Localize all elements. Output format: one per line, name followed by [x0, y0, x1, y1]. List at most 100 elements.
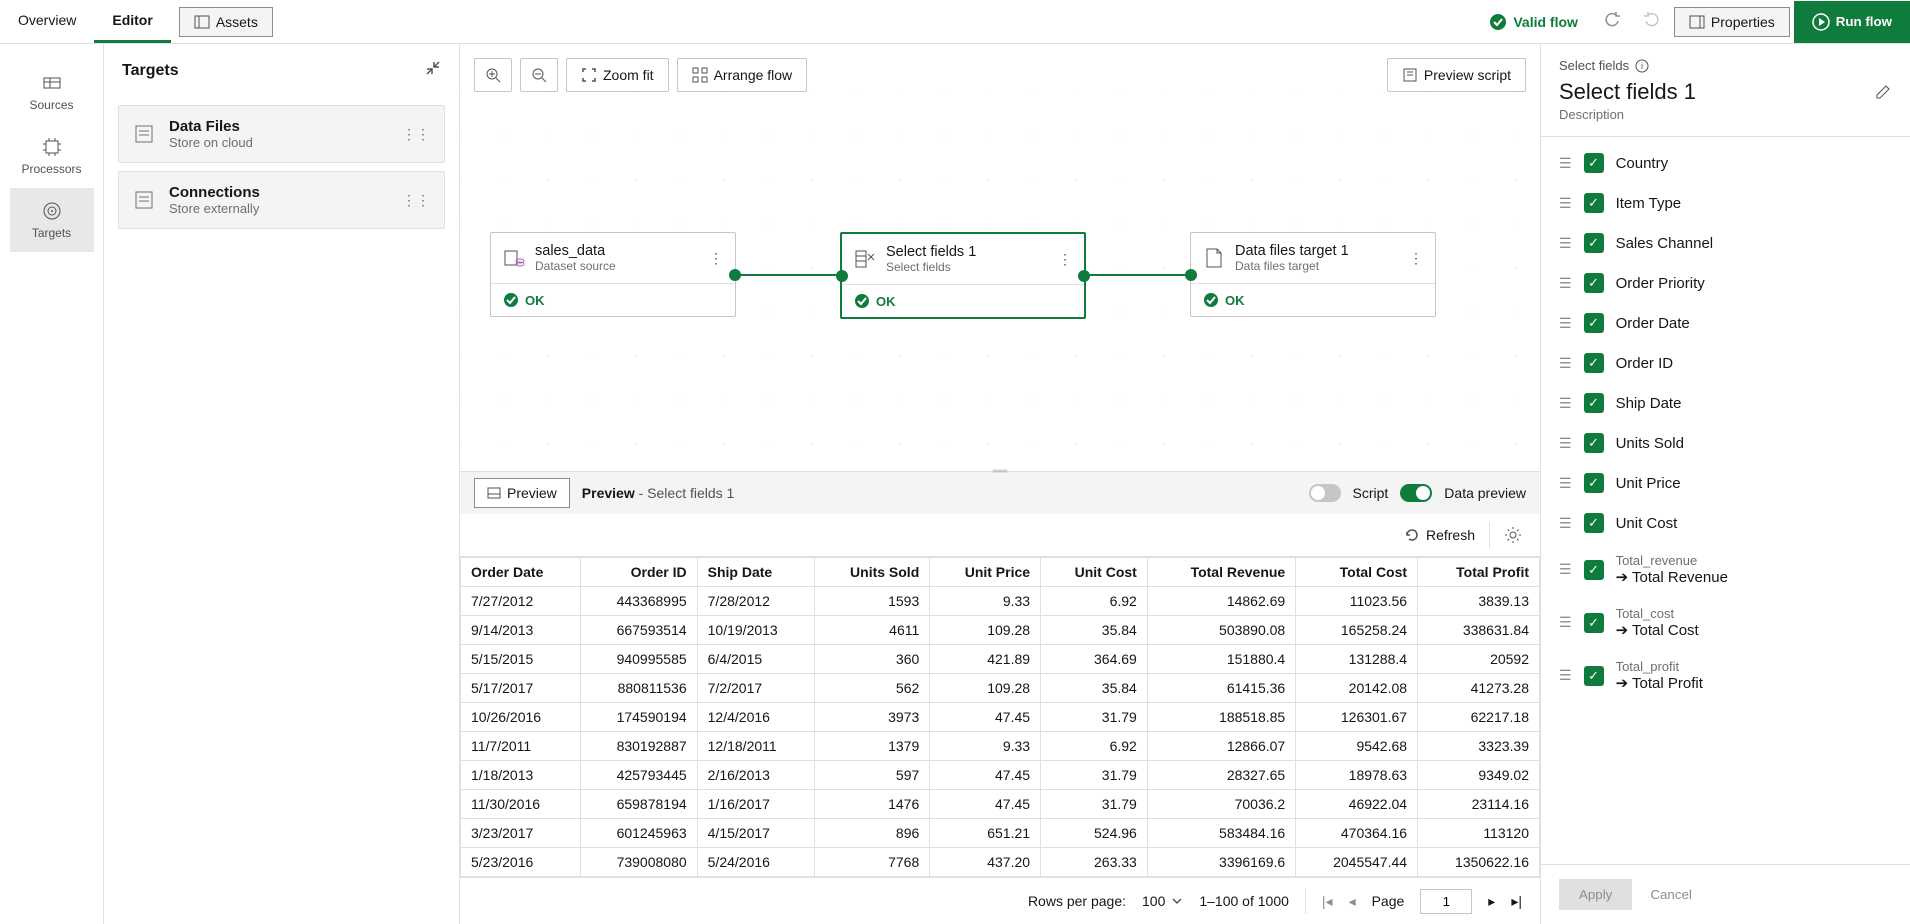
drag-handle-icon[interactable]: ⋮⋮ — [402, 192, 430, 209]
field-row[interactable]: ☰ ✓ Order ID — [1541, 343, 1910, 383]
preview-button[interactable]: Preview — [474, 478, 570, 508]
info-icon[interactable]: i — [1635, 59, 1649, 73]
drag-handle-icon[interactable]: ☰ — [1559, 475, 1572, 492]
drag-handle-icon[interactable]: ☰ — [1559, 435, 1572, 452]
col-header[interactable]: Order Date — [461, 558, 581, 587]
checkbox[interactable]: ✓ — [1584, 193, 1604, 213]
checkbox[interactable]: ✓ — [1584, 513, 1604, 533]
page-first[interactable]: |◂ — [1322, 893, 1333, 910]
script-icon — [1402, 67, 1418, 83]
collapse-icon[interactable] — [425, 60, 441, 81]
field-row[interactable]: ☰ ✓ Unit Cost — [1541, 503, 1910, 543]
processors-icon — [41, 136, 63, 158]
drag-handle-icon[interactable]: ☰ — [1559, 275, 1572, 292]
drag-handle-icon[interactable]: ☰ — [1559, 235, 1572, 252]
page-last[interactable]: ▸| — [1511, 893, 1522, 910]
preview-title: Preview - Select fields 1 — [582, 485, 735, 501]
drag-handle-icon[interactable]: ☰ — [1559, 667, 1572, 684]
drag-handle-icon[interactable]: ⋮⋮ — [402, 126, 430, 143]
properties-button[interactable]: Properties — [1674, 7, 1790, 37]
field-row[interactable]: ☰ ✓ Total_cost➔ Total Cost — [1541, 596, 1910, 649]
preview-script-button[interactable]: Preview script — [1387, 58, 1526, 92]
page-input[interactable] — [1420, 889, 1472, 914]
zoom-in-button[interactable] — [474, 58, 512, 92]
drag-handle-icon[interactable]: ☰ — [1559, 561, 1572, 578]
script-label: Script — [1353, 485, 1389, 501]
tab-editor[interactable]: Editor — [94, 0, 170, 43]
tab-overview[interactable]: Overview — [0, 0, 94, 43]
drag-handle-icon[interactable]: ☰ — [1559, 614, 1572, 631]
col-header[interactable]: Total Revenue — [1147, 558, 1295, 587]
node-data-files-target[interactable]: Data files target 1Data files target ⋮ O… — [1190, 232, 1436, 317]
node-menu-icon[interactable]: ⋮ — [709, 250, 723, 267]
checkbox[interactable]: ✓ — [1584, 233, 1604, 253]
checkbox[interactable]: ✓ — [1584, 433, 1604, 453]
node-sales-data[interactable]: sales_dataDataset source ⋮ OK — [490, 232, 736, 317]
col-header[interactable]: Units Sold — [814, 558, 930, 587]
data-preview-toggle[interactable] — [1400, 484, 1432, 502]
field-row[interactable]: ☰ ✓ Sales Channel — [1541, 223, 1910, 263]
page-prev[interactable]: ◂ — [1349, 893, 1356, 910]
rp-crumb: Select fields — [1559, 58, 1629, 73]
resize-handle[interactable]: ══ — [993, 466, 1007, 477]
refresh-button[interactable]: Refresh — [1404, 527, 1475, 543]
col-header[interactable]: Total Profit — [1418, 558, 1540, 587]
target-card[interactable]: Data FilesStore on cloud ⋮⋮ — [118, 105, 445, 163]
field-row[interactable]: ☰ ✓ Country — [1541, 143, 1910, 183]
drag-handle-icon[interactable]: ☰ — [1559, 515, 1572, 532]
refresh-icon — [1404, 527, 1420, 543]
field-row[interactable]: ☰ ✓ Order Date — [1541, 303, 1910, 343]
table-row: 1/18/20134257934452/16/201359747.4531.79… — [461, 761, 1540, 790]
col-header[interactable]: Order ID — [580, 558, 697, 587]
rail-sources[interactable]: Sources — [10, 60, 94, 124]
run-flow-button[interactable]: Run flow — [1794, 1, 1910, 43]
settings-icon[interactable] — [1504, 526, 1522, 544]
field-row[interactable]: ☰ ✓ Ship Date — [1541, 383, 1910, 423]
drag-handle-icon[interactable]: ☰ — [1559, 355, 1572, 372]
drag-handle-icon[interactable]: ☰ — [1559, 395, 1572, 412]
field-row[interactable]: ☰ ✓ Item Type — [1541, 183, 1910, 223]
assets-button[interactable]: Assets — [179, 7, 273, 37]
checkbox[interactable]: ✓ — [1584, 613, 1604, 633]
apply-button[interactable]: Apply — [1559, 879, 1632, 910]
cancel-button[interactable]: Cancel — [1650, 879, 1692, 910]
target-card[interactable]: ConnectionsStore externally ⋮⋮ — [118, 171, 445, 229]
drag-handle-icon[interactable]: ☰ — [1559, 315, 1572, 332]
field-row[interactable]: ☰ ✓ Order Priority — [1541, 263, 1910, 303]
col-header[interactable]: Total Cost — [1296, 558, 1418, 587]
table-row: 9/14/201366759351410/19/20134611109.2835… — [461, 616, 1540, 645]
drag-handle-icon[interactable]: ☰ — [1559, 155, 1572, 172]
node-menu-icon[interactable]: ⋮ — [1409, 250, 1423, 267]
run-label: Run flow — [1836, 14, 1892, 29]
field-row[interactable]: ☰ ✓ Unit Price — [1541, 463, 1910, 503]
checkbox[interactable]: ✓ — [1584, 313, 1604, 333]
checkbox[interactable]: ✓ — [1584, 273, 1604, 293]
checkbox[interactable]: ✓ — [1584, 666, 1604, 686]
field-row[interactable]: ☰ ✓ Total_revenue➔ Total Revenue — [1541, 543, 1910, 596]
edit-icon[interactable] — [1874, 83, 1892, 101]
field-row[interactable]: ☰ ✓ Total_profit➔ Total Profit — [1541, 649, 1910, 702]
script-toggle[interactable] — [1309, 484, 1341, 502]
drag-handle-icon[interactable]: ☰ — [1559, 195, 1572, 212]
undo-button[interactable] — [1594, 3, 1632, 40]
checkbox[interactable]: ✓ — [1584, 153, 1604, 173]
zoom-out-button[interactable] — [520, 58, 558, 92]
rpp-select[interactable]: 100 — [1142, 893, 1183, 909]
col-header[interactable]: Unit Cost — [1041, 558, 1148, 587]
node-select-fields[interactable]: Select fields 1Select fields ⋮ OK — [840, 232, 1086, 319]
checkbox[interactable]: ✓ — [1584, 393, 1604, 413]
redo-button[interactable] — [1632, 3, 1670, 40]
arrange-flow-button[interactable]: Arrange flow — [677, 58, 808, 92]
col-header[interactable]: Unit Price — [930, 558, 1041, 587]
checkbox[interactable]: ✓ — [1584, 353, 1604, 373]
node-menu-icon[interactable]: ⋮ — [1058, 251, 1072, 268]
checkbox[interactable]: ✓ — [1584, 473, 1604, 493]
rail-processors[interactable]: Processors — [10, 124, 94, 188]
panel-icon — [194, 14, 210, 30]
col-header[interactable]: Ship Date — [697, 558, 814, 587]
checkbox[interactable]: ✓ — [1584, 560, 1604, 580]
rail-targets[interactable]: Targets — [10, 188, 94, 252]
zoom-fit-button[interactable]: Zoom fit — [566, 58, 669, 92]
page-next[interactable]: ▸ — [1488, 893, 1495, 910]
field-row[interactable]: ☰ ✓ Units Sold — [1541, 423, 1910, 463]
